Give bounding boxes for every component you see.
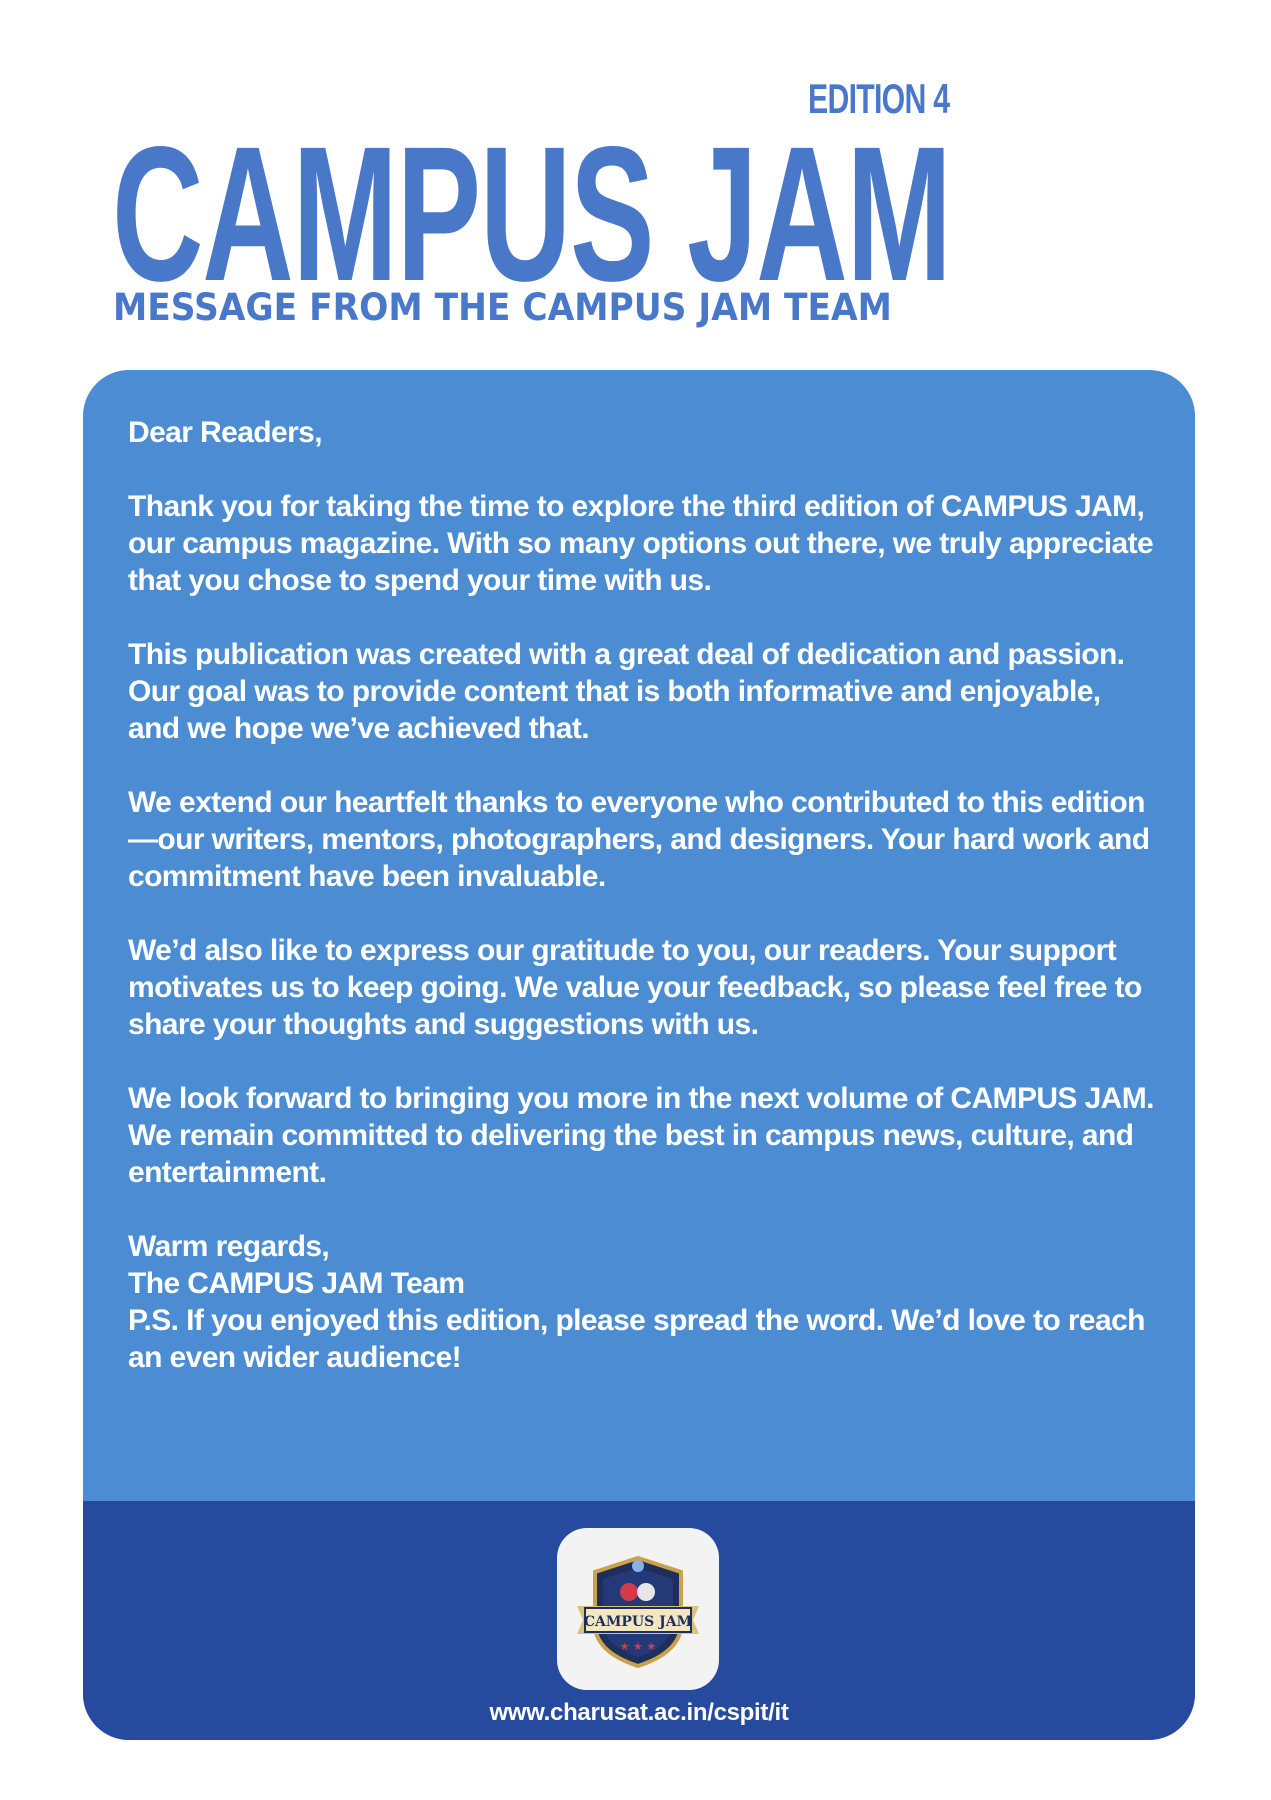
svg-text:★ ★ ★: ★ ★ ★	[620, 1640, 657, 1653]
magazine-title: CAMPUS JAM	[112, 106, 952, 321]
letter-body: Dear Readers, Thank you for taking the t…	[128, 414, 1158, 1376]
letter-paragraph: Thank you for taking the time to explore…	[128, 490, 1154, 597]
salutation: Dear Readers,	[128, 416, 323, 449]
signature: The CAMPUS JAM Team	[128, 1267, 465, 1300]
logo-text: CAMPUS JAM	[584, 1614, 692, 1630]
website-url[interactable]: www.charusat.ac.in/cspit/it	[83, 1699, 1195, 1727]
letter-paragraph: This publication was created with a grea…	[128, 638, 1125, 745]
footer-band: CAMPUS JAM ★ ★ ★ www.charusat.ac.in/cspi…	[83, 1501, 1195, 1740]
postscript: P.S. If you enjoyed this edition, please…	[128, 1304, 1145, 1374]
page-subtitle: MESSAGE FROM THE CAMPUS JAM TEAM	[113, 286, 892, 329]
message-card: Dear Readers, Thank you for taking the t…	[83, 370, 1195, 1740]
campus-jam-logo: CAMPUS JAM ★ ★ ★	[557, 1528, 719, 1690]
letter-paragraph: We’d also like to express our gratitude …	[128, 934, 1142, 1041]
letter-paragraph: We extend our heartfelt thanks to everyo…	[128, 786, 1150, 893]
letter-paragraph: We look forward to bringing you more in …	[128, 1082, 1154, 1189]
shield-logo-icon: CAMPUS JAM ★ ★ ★	[577, 1555, 699, 1669]
closing: Warm regards,	[128, 1230, 330, 1263]
